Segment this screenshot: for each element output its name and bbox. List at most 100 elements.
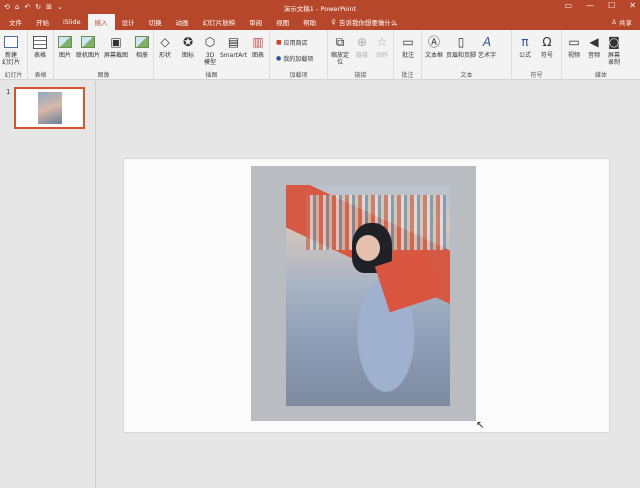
tab-file[interactable]: 文件 [2, 14, 29, 30]
autosave-icon[interactable]: ⟲ [4, 3, 10, 11]
comment-icon: ▭ [402, 34, 414, 49]
screenshot-button[interactable]: ▣ 屏幕截图 [104, 34, 129, 60]
album-button[interactable]: 相册 [134, 34, 150, 59]
maximize-icon[interactable]: ☐ [608, 1, 615, 10]
tell-me-label: 告诉我你想要做什么 [338, 19, 398, 27]
store-button[interactable]: ■ 应用商店 [276, 38, 308, 47]
shapes-button[interactable]: ◇ 形状 [157, 34, 173, 60]
speaker-icon: ◀ [589, 34, 599, 49]
picture-label: 图片 [58, 52, 71, 59]
tell-me-search[interactable]: ♀ 告诉我你想要做什么 [331, 17, 397, 27]
group-comments: ▭ 批注 批注 [394, 30, 422, 80]
video-button[interactable]: ▭ 视频 [566, 34, 582, 60]
smartart-icon: ▤ [227, 34, 240, 49]
group-text-label: 文本 [460, 72, 473, 79]
group-symbols-label: 符号 [530, 72, 543, 79]
zoom-label: 缩放定 位 [331, 52, 350, 66]
online-picture-icon [80, 34, 96, 50]
tab-insert[interactable]: 插入 [87, 14, 115, 30]
group-links-label: 链接 [354, 72, 367, 79]
link-button[interactable]: ⊕ 链接 [354, 34, 370, 60]
zoom-button[interactable]: ⧉ 缩放定 位 [331, 34, 350, 67]
new-slide-icon [3, 34, 19, 50]
tab-slideshow[interactable]: 幻灯片放映 [196, 14, 243, 30]
smartart-button[interactable]: ▤ SmartArt [220, 34, 248, 60]
action-button[interactable]: ☆ 动作 [374, 34, 390, 60]
window-controls: ▭ — ☐ ✕ [565, 1, 636, 10]
symbol-button[interactable]: Ω 符号 [539, 34, 555, 60]
group-symbols: π 公式 Ω 符号 符号 [512, 30, 562, 80]
table-label: 表格 [33, 52, 46, 59]
store-icon: ■ [276, 39, 282, 46]
wordart-button[interactable]: A 艺术字 [478, 34, 496, 60]
tab-help[interactable]: 帮助 [296, 14, 323, 30]
screen-record-label: 屏幕 录制 [607, 52, 620, 66]
redo-icon[interactable]: ↻ [35, 3, 41, 11]
tab-home[interactable]: 开始 [29, 14, 56, 30]
audio-button[interactable]: ◀ 音频 [586, 34, 602, 60]
start-presentation-icon[interactable]: ⊞ [46, 3, 52, 11]
table-button[interactable]: 表格 [32, 34, 48, 59]
screen-record-button[interactable]: ◙ 屏幕 录制 [606, 34, 622, 67]
quick-access-toolbar: ⟲ ⌂ ↶ ↻ ⊞ ⌄ [0, 3, 63, 11]
cube-icon: ⬡ [204, 34, 216, 49]
textbox-button[interactable]: Ⓐ 文本框 [425, 34, 443, 60]
group-links: ⧉ 缩放定 位 ⊕ 链接 ☆ 动作 链接 [328, 30, 394, 80]
3d-model-label: 3D 模型 [203, 52, 216, 66]
header-footer-button[interactable]: ▯ 页眉和页脚 [446, 34, 477, 60]
3d-model-button[interactable]: ⬡ 3D 模型 [202, 34, 218, 67]
chart-button[interactable]: ▥ 图表 [250, 34, 266, 60]
picture-button[interactable]: 图片 [57, 34, 73, 59]
pi-icon: π [521, 34, 529, 49]
my-addins-label: 我的加载项 [283, 56, 314, 63]
store-label: 应用商店 [283, 40, 308, 47]
equation-button[interactable]: π 公式 [517, 34, 533, 60]
shapes-icon: ◇ [160, 34, 170, 49]
wordart-icon: A [482, 34, 492, 49]
share-button[interactable]: ♙ 共享 [611, 17, 632, 27]
icons-button[interactable]: ✪ 图标 [180, 34, 196, 60]
undo-icon[interactable]: ↶ [24, 3, 30, 11]
inserted-picture[interactable] [286, 185, 450, 406]
my-addins-button[interactable]: ● 我的加载项 [276, 54, 313, 63]
video-icon: ▭ [568, 34, 580, 49]
title-bar: ⟲ ⌂ ↶ ↻ ⊞ ⌄ 演示文稿1 - PowerPoint ▭ — ☐ ✕ [0, 0, 640, 14]
tab-view[interactable]: 视图 [269, 14, 296, 30]
header-footer-icon: ▯ [457, 34, 465, 49]
mouse-cursor-icon: ↖ [476, 420, 485, 431]
tab-transitions[interactable]: 切换 [142, 14, 169, 30]
group-illustrations: ◇ 形状 ✪ 图标 ⬡ 3D 模型 ▤ SmartArt ▥ 图表 插图 [154, 30, 270, 80]
comment-button[interactable]: ▭ 批注 [400, 34, 416, 60]
ribbon-display-icon[interactable]: ▭ [565, 1, 573, 10]
header-footer-label: 页眉和页脚 [446, 52, 477, 59]
omega-icon: Ω [542, 34, 552, 49]
tab-review[interactable]: 审阅 [242, 14, 269, 30]
group-media-label: 媒体 [594, 72, 607, 79]
tab-design[interactable]: 设计 [115, 14, 142, 30]
screenshot-label: 屏幕截图 [104, 52, 129, 59]
group-slides: 新建 幻灯片 幻灯片 [0, 30, 28, 80]
minimize-icon[interactable]: — [586, 1, 594, 10]
picture-icon [57, 34, 73, 50]
table-icon [32, 34, 48, 50]
new-slide-button[interactable]: 新建 幻灯片 [2, 34, 20, 66]
group-tables: 表格 表格 [28, 30, 54, 80]
slide-thumbnail[interactable] [14, 87, 85, 129]
zoom-icon: ⧉ [335, 34, 345, 49]
tab-islide[interactable]: iSlide [56, 14, 88, 30]
symbol-label: 符号 [540, 52, 553, 59]
smartart-label: SmartArt [220, 52, 248, 59]
chart-icon: ▥ [252, 34, 264, 49]
slide-number: 1 [6, 88, 11, 96]
equation-label: 公式 [518, 52, 531, 59]
online-picture-button[interactable]: 联机图片 [76, 34, 100, 59]
video-label: 视频 [567, 52, 580, 59]
group-addins: ■ 应用商店 ● 我的加载项 加载项 [270, 30, 328, 80]
close-icon[interactable]: ✕ [629, 1, 636, 10]
customize-qat-icon[interactable]: ⌄ [57, 3, 63, 11]
tab-animations[interactable]: 动画 [169, 14, 196, 30]
textbox-icon: Ⓐ [427, 34, 440, 49]
share-icon: ♙ [611, 18, 617, 26]
save-icon[interactable]: ⌂ [15, 3, 19, 11]
slide-thumbnail-pane: 1 [0, 81, 96, 488]
